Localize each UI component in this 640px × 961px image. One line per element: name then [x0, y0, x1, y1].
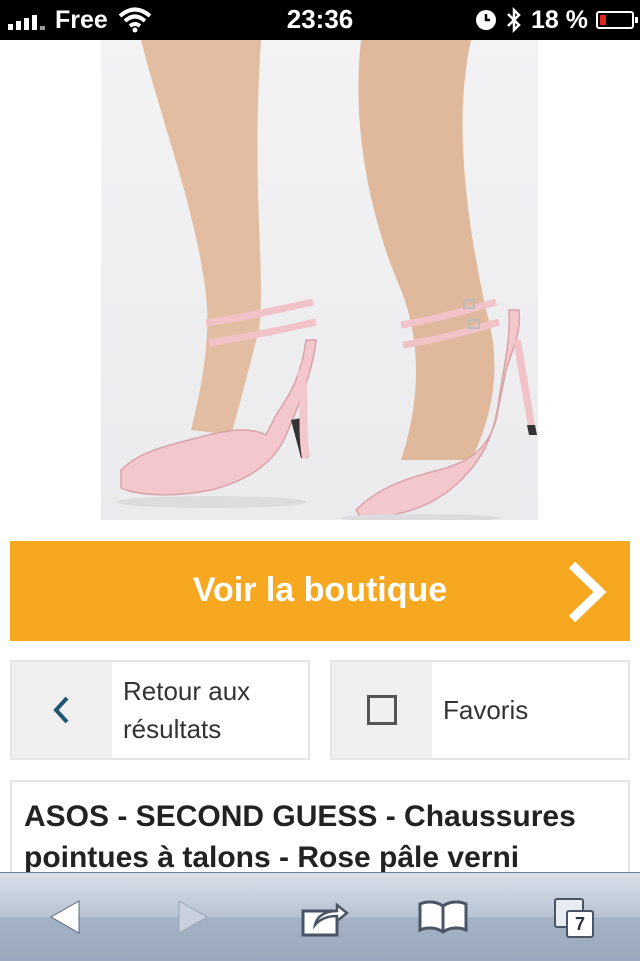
product-image[interactable]	[101, 40, 538, 520]
tabs-icon: 7	[550, 894, 596, 940]
share-icon	[301, 902, 349, 937]
favorites-button[interactable]: Favoris	[330, 660, 630, 760]
shop-button[interactable]: Voir la boutique	[10, 541, 630, 641]
back-to-results-label: Retour aux résultats	[123, 676, 251, 744]
forward-arrow-icon	[178, 900, 209, 934]
battery-icon	[596, 11, 638, 29]
checkbox-icon	[367, 695, 397, 725]
favorites-label: Favoris	[443, 695, 529, 725]
shop-button-label: Voir la boutique	[192, 571, 448, 609]
bluetooth-icon	[507, 6, 521, 34]
browser-toolbar: 7	[0, 872, 640, 961]
forward-button[interactable]	[148, 873, 238, 961]
back-button[interactable]	[20, 873, 110, 961]
chevron-left-icon	[53, 696, 69, 724]
tabs-count: 7	[566, 910, 594, 938]
chevron-right-icon	[568, 561, 607, 623]
product-title: ASOS - SECOND GUESS - Chaussures pointue…	[24, 800, 576, 874]
tabs-button[interactable]: 7	[528, 873, 618, 961]
bookmarks-icon	[418, 900, 468, 934]
battery-percent: 18 %	[531, 5, 588, 34]
status-bar: Free 23:36 18 %	[0, 0, 640, 40]
pink-heels-illustration	[116, 40, 537, 520]
back-arrow-icon	[49, 900, 80, 934]
alarm-icon	[476, 10, 497, 30]
back-to-results-button[interactable]: Retour aux résultats	[10, 660, 310, 760]
bookmarks-button[interactable]	[398, 873, 488, 961]
share-button[interactable]	[280, 873, 370, 961]
